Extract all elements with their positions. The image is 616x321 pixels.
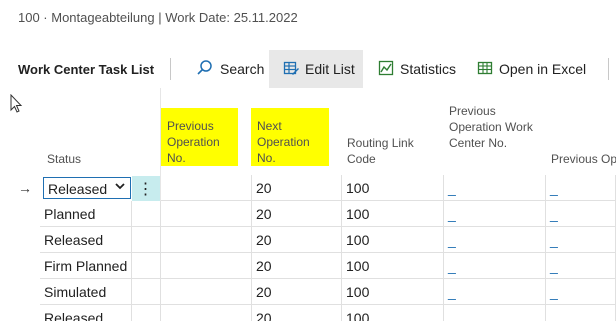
previous-operation-no-label: Previous Operation No.: [167, 119, 220, 165]
status-cell[interactable]: Planned: [40, 201, 132, 227]
previous-operation-no-cell[interactable]: [161, 279, 252, 305]
row-actions-cell[interactable]: [132, 305, 161, 321]
prev-op-cell[interactable]: _: [546, 279, 616, 305]
search-icon: [196, 59, 214, 80]
prev-op-cell[interactable]: _: [546, 201, 616, 227]
table-row[interactable]: Simulated 20 100 _ _: [0, 279, 616, 305]
status-select[interactable]: Released: [43, 177, 131, 199]
status-cell[interactable]: Firm Planned: [40, 253, 132, 279]
prev-wc-cell[interactable]: [444, 305, 546, 321]
open-in-excel-button[interactable]: Open in Excel: [477, 50, 589, 88]
status-cell[interactable]: Released: [40, 305, 132, 321]
column-header-next-operation-no[interactable]: Next Operation No.: [251, 108, 329, 166]
statistics-button[interactable]: Statistics: [378, 50, 468, 88]
table-row[interactable]: → Released ⋮ 20 100 _ _: [0, 175, 616, 201]
next-operation-no-cell[interactable]: 20: [252, 201, 342, 227]
table-row[interactable]: Released 20 100 _ _: [0, 227, 616, 253]
prev-wc-cell[interactable]: _: [444, 175, 546, 201]
toolbar-divider: [170, 58, 171, 80]
routing-link-code-cell[interactable]: 100: [342, 279, 444, 305]
status-cell[interactable]: Released: [40, 227, 132, 253]
next-operation-no-cell[interactable]: 20: [252, 175, 342, 201]
table-row[interactable]: Firm Planned 20 100 _ _: [0, 253, 616, 279]
next-operation-no-cell[interactable]: 20: [252, 305, 342, 321]
previous-operation-no-cell[interactable]: [161, 305, 252, 321]
toolbar-divider-end: [608, 58, 609, 80]
routing-link-code-cell[interactable]: 100: [342, 175, 444, 201]
selected-row-arrow-icon: →: [18, 180, 32, 196]
routing-link-code-cell[interactable]: 100: [342, 201, 444, 227]
prev-op-cell[interactable]: [546, 305, 616, 321]
search-label: Search: [220, 61, 265, 77]
status-select-value: Released: [48, 180, 108, 197]
open-in-excel-label: Open in Excel: [499, 61, 587, 77]
row-actions-cell[interactable]: [132, 201, 161, 227]
statistics-label: Statistics: [400, 61, 457, 77]
prev-wc-cell[interactable]: _: [444, 279, 546, 305]
statistics-icon: [378, 60, 394, 79]
mouse-pointer-icon: [10, 93, 24, 119]
row-actions-cell[interactable]: [132, 279, 161, 305]
previous-operation-no-cell[interactable]: [161, 253, 252, 279]
prev-op-cell[interactable]: _: [546, 253, 616, 279]
next-operation-no-cell[interactable]: 20: [252, 253, 342, 279]
table-row[interactable]: Planned 20 100 _ _: [0, 201, 616, 227]
page-title: Work Center Task List: [18, 62, 155, 77]
row-actions-cell[interactable]: [132, 253, 161, 279]
edit-list-button[interactable]: Edit List: [269, 50, 363, 88]
table-row[interactable]: Released 20 100: [0, 305, 616, 321]
next-operation-no-label: Next Operation No.: [257, 119, 310, 165]
previous-operation-no-cell[interactable]: [161, 227, 252, 253]
excel-icon: [477, 60, 493, 79]
action-bar: Work Center Task List Search Edit List S…: [0, 50, 616, 88]
next-operation-no-cell[interactable]: 20: [252, 227, 342, 253]
prev-wc-cell[interactable]: _: [444, 201, 546, 227]
prev-op-cell[interactable]: _: [546, 227, 616, 253]
routing-link-code-cell[interactable]: 100: [342, 305, 444, 321]
status-cell[interactable]: Simulated: [40, 279, 132, 305]
row-actions-cell[interactable]: [132, 227, 161, 253]
prev-wc-cell[interactable]: _: [444, 227, 546, 253]
row-actions-button[interactable]: ⋮: [132, 176, 160, 201]
search-button[interactable]: Search: [196, 50, 268, 88]
edit-list-icon: [283, 60, 299, 79]
prev-op-cell[interactable]: _: [546, 175, 616, 201]
column-header-previous-operation-no[interactable]: Previous Operation No.: [161, 108, 238, 166]
previous-operation-no-cell[interactable]: [161, 201, 252, 227]
prev-wc-cell[interactable]: _: [444, 253, 546, 279]
next-operation-no-cell[interactable]: 20: [252, 279, 342, 305]
edit-list-label: Edit List: [305, 61, 355, 77]
chevron-down-icon: [114, 180, 126, 195]
previous-operation-no-cell[interactable]: [161, 175, 252, 201]
routing-link-code-cell[interactable]: 100: [342, 227, 444, 253]
header-title: 100 · Montageabteilung | Work Date: 25.1…: [18, 10, 298, 25]
routing-link-code-cell[interactable]: 100: [342, 253, 444, 279]
